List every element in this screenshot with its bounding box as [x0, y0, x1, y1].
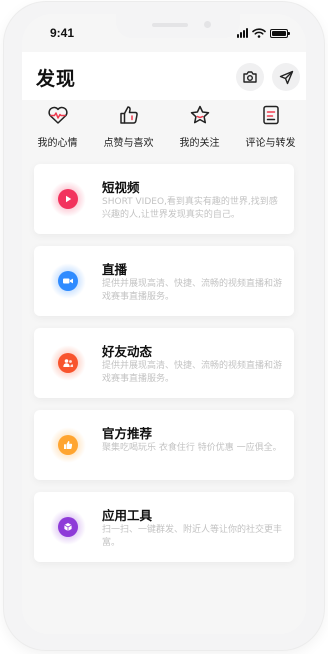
star-icon: [190, 105, 209, 124]
video-camera-icon: [58, 271, 78, 291]
send-button[interactable]: [272, 63, 300, 91]
card-official-picks[interactable]: 官方推荐 聚集吃喝玩乐 衣食住行 特价优惠 一应俱全。: [34, 410, 294, 480]
paper-plane-icon: [279, 70, 293, 84]
card-description: SHORT VIDEO,看到真实有趣的世界,找到感兴趣的人,让世界发现真实的自己…: [102, 197, 278, 220]
thumbs-up-icon: [119, 106, 138, 124]
card-title: 应用工具: [102, 508, 153, 523]
card-description: 提供并展现高清、快捷、流畅的视频直播和游戏赛事直播服务。: [102, 361, 283, 384]
quick-link-label: 评论与转发: [245, 138, 296, 149]
play-icon: [58, 189, 78, 209]
card-description: 扫一扫、一键群发、附近人等让你的社交更丰富。: [102, 525, 283, 548]
card-friends-feed[interactable]: 好友动态 提供并展现高清、快捷、流畅的视频直播和游戏赛事直播服务。: [34, 328, 294, 398]
comment-doc-icon: [262, 105, 279, 125]
card-description: 聚集吃喝玩乐 衣食住行 特价优惠 一应俱全。: [102, 443, 282, 453]
friends-icon: [58, 353, 78, 373]
quick-link-following[interactable]: 我的关注: [164, 104, 235, 162]
status-bar: 9:41: [22, 24, 306, 44]
card-title: 官方推荐: [102, 426, 153, 441]
heart-pulse-icon: [47, 106, 68, 124]
screen: 9:41 发现 我的心情 点赞与喜欢 我的关注 评论与转发 短视频 SHORT …: [22, 14, 306, 634]
card-title: 短视频: [102, 180, 140, 195]
quick-link-label: 我的关注: [179, 138, 220, 149]
wifi-icon: [252, 28, 266, 38]
card-app-tools[interactable]: 应用工具 扫一扫、一键群发、附近人等让你的社交更丰富。: [34, 492, 294, 562]
phone-frame: 9:41 发现 我的心情 点赞与喜欢 我的关注 评论与转发 短视频 SHORT …: [4, 2, 324, 650]
battery-icon: [270, 29, 290, 38]
page-title: 发现: [36, 68, 77, 90]
card-description: 提供并展现高清、快捷、流畅的视频直播和游戏赛事直播服务。: [102, 279, 283, 302]
status-time: 9:41: [50, 26, 75, 40]
quick-link-mood[interactable]: 我的心情: [22, 104, 93, 162]
quick-link-label: 点赞与喜欢: [103, 138, 154, 149]
app-header: 发现: [22, 52, 306, 100]
camera-button[interactable]: [236, 63, 264, 91]
card-title: 直播: [102, 262, 128, 277]
status-icons: [237, 28, 290, 38]
cube-icon: [58, 517, 78, 537]
quick-link-likes[interactable]: 点赞与喜欢: [93, 104, 164, 162]
camera-icon: [243, 71, 257, 83]
quick-links: 我的心情 点赞与喜欢 我的关注 评论与转发: [22, 104, 306, 162]
signal-icon: [237, 28, 248, 38]
thumbs-up-icon: [58, 435, 78, 455]
card-title: 好友动态: [102, 344, 153, 359]
card-short-video[interactable]: 短视频 SHORT VIDEO,看到真实有趣的世界,找到感兴趣的人,让世界发现真…: [34, 164, 294, 234]
quick-link-label: 我的心情: [37, 138, 78, 149]
feature-card-list: 短视频 SHORT VIDEO,看到真实有趣的世界,找到感兴趣的人,让世界发现真…: [34, 164, 294, 574]
card-live[interactable]: 直播 提供并展现高清、快捷、流畅的视频直播和游戏赛事直播服务。: [34, 246, 294, 316]
quick-link-comments[interactable]: 评论与转发: [235, 104, 306, 162]
